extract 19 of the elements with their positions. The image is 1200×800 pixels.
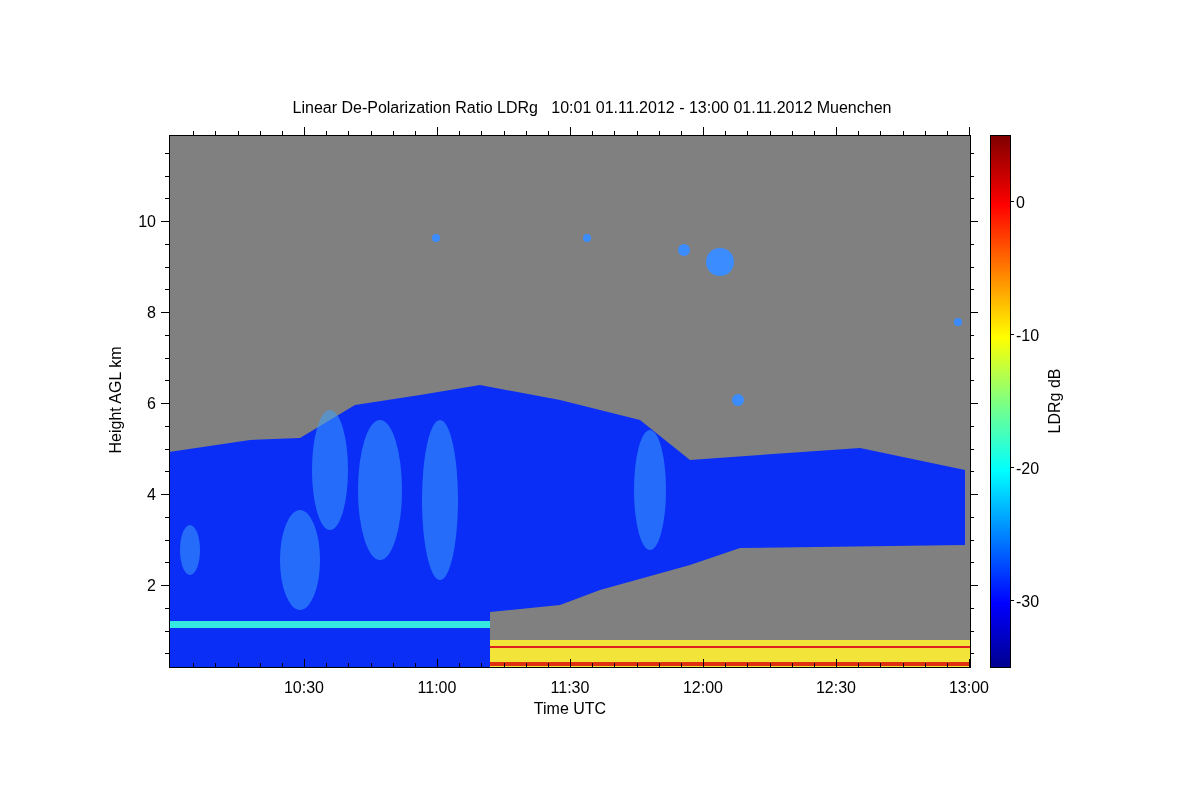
y-tick-label: 8 <box>147 304 156 321</box>
x-tick-label: 12:30 <box>816 679 856 696</box>
y-tick-label: 6 <box>147 395 156 412</box>
chart-title: Linear De-Polarization Ratio LDRg 10:01 01.11.2012 - 13:00 01.11.2012 Muenchen <box>292 99 892 116</box>
colorbar-tick-label: -20 <box>1016 459 1040 477</box>
x-axis-label: Time UTC <box>533 700 607 717</box>
colorbar-tick-label: 0 <box>1016 193 1025 211</box>
x-tick-label: 11:30 <box>550 679 590 696</box>
y-axis-label: Height AGL km <box>107 346 124 454</box>
colorbar-tick-label: -10 <box>1016 326 1040 344</box>
x-tick-label: 13:00 <box>949 679 989 696</box>
x-tick-label: 12:00 <box>683 679 723 696</box>
colorbar-tick-label: -30 <box>1016 592 1040 610</box>
colorbar-label: LDRg dB <box>1046 368 1063 434</box>
x-tick-label: 10:30 <box>284 679 324 696</box>
x-tick-label: 11:00 <box>417 679 457 696</box>
y-tick-label: 4 <box>147 486 156 503</box>
y-tick-label: 2 <box>147 577 156 594</box>
y-tick-label: 10 <box>138 213 156 230</box>
